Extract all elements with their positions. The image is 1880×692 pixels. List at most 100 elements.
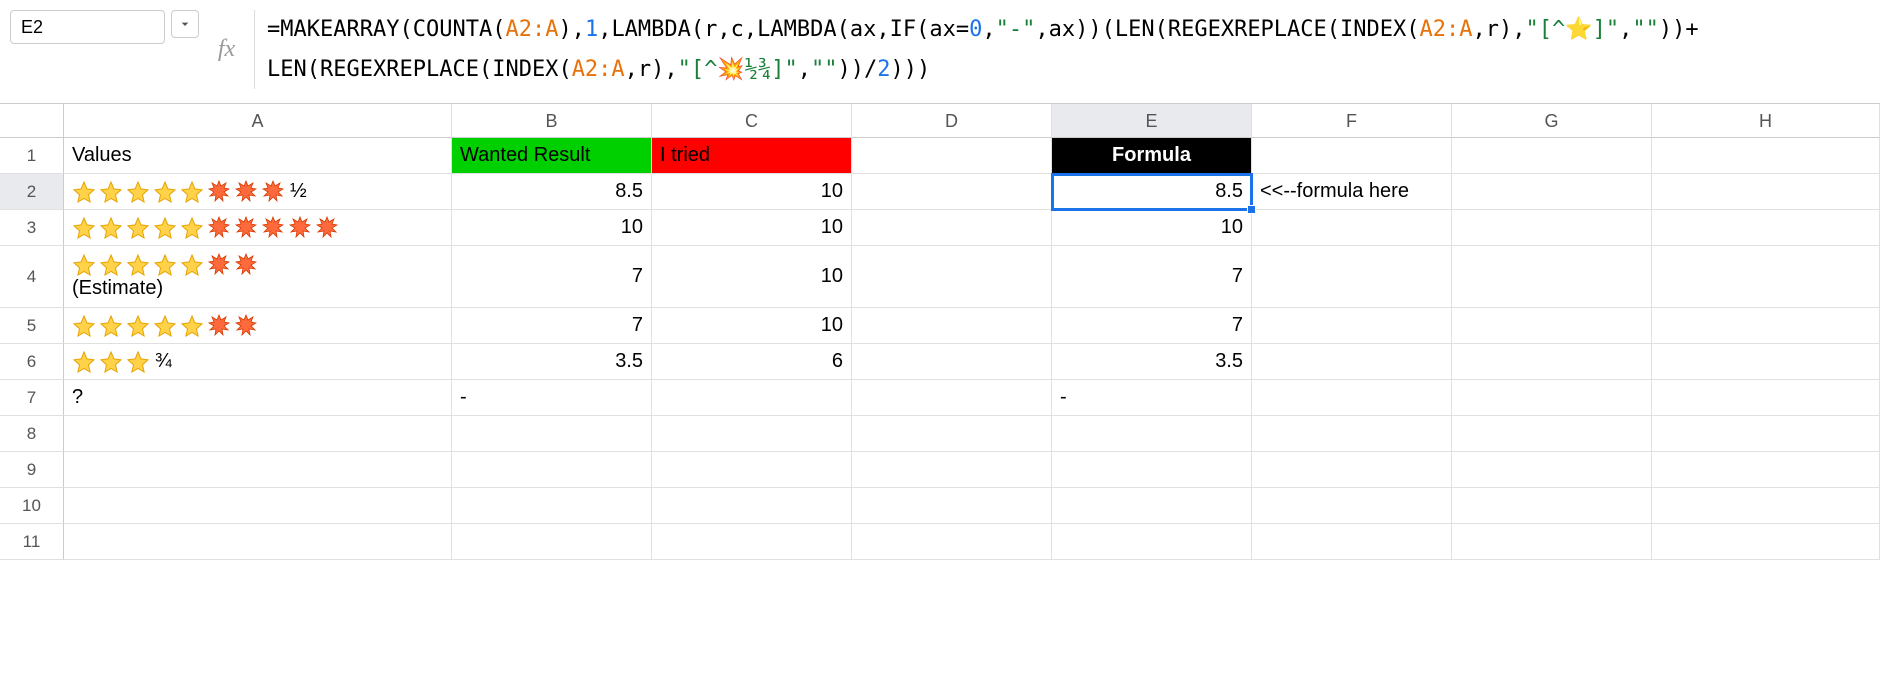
- cell-G4[interactable]: [1452, 246, 1652, 308]
- cell-C7[interactable]: [652, 380, 852, 416]
- cell-B9[interactable]: [452, 452, 652, 488]
- header-wanted[interactable]: Wanted Result: [452, 138, 652, 174]
- cell-H6[interactable]: [1652, 344, 1880, 380]
- cell-G2[interactable]: [1452, 174, 1652, 210]
- cell-A2[interactable]: ½: [64, 174, 452, 210]
- header-tried[interactable]: I tried: [652, 138, 852, 174]
- cell-D1[interactable]: [852, 138, 1052, 174]
- cell-E9[interactable]: [1052, 452, 1252, 488]
- row-header-10[interactable]: 10: [0, 488, 64, 524]
- row-header-2[interactable]: 2: [0, 174, 64, 210]
- cell-C11[interactable]: [652, 524, 852, 560]
- header-values[interactable]: Values: [64, 138, 452, 174]
- cell-D11[interactable]: [852, 524, 1052, 560]
- cell-E5[interactable]: 7: [1052, 308, 1252, 344]
- cell-G5[interactable]: [1452, 308, 1652, 344]
- cell-A8[interactable]: [64, 416, 452, 452]
- column-header-H[interactable]: H: [1652, 104, 1880, 138]
- cell-C2[interactable]: 10: [652, 174, 852, 210]
- cell-G9[interactable]: [1452, 452, 1652, 488]
- cell-E11[interactable]: [1052, 524, 1252, 560]
- cell-H3[interactable]: [1652, 210, 1880, 246]
- cell-E3[interactable]: 10: [1052, 210, 1252, 246]
- cell-F4[interactable]: [1252, 246, 1452, 308]
- cell-H1[interactable]: [1652, 138, 1880, 174]
- row-header-1[interactable]: 1: [0, 138, 64, 174]
- name-box[interactable]: E2: [10, 10, 165, 44]
- cell-A10[interactable]: [64, 488, 452, 524]
- cell-B8[interactable]: [452, 416, 652, 452]
- cell-F3[interactable]: [1252, 210, 1452, 246]
- row-header-5[interactable]: 5: [0, 308, 64, 344]
- row-header-3[interactable]: 3: [0, 210, 64, 246]
- name-box-dropdown[interactable]: [171, 10, 199, 38]
- cell-B5[interactable]: 7: [452, 308, 652, 344]
- cell-D4[interactable]: [852, 246, 1052, 308]
- cell-E2[interactable]: 8.5: [1052, 174, 1252, 210]
- cell-C9[interactable]: [652, 452, 852, 488]
- row-header-9[interactable]: 9: [0, 452, 64, 488]
- cell-F1[interactable]: [1252, 138, 1452, 174]
- cell-D5[interactable]: [852, 308, 1052, 344]
- cell-A7[interactable]: ?: [64, 380, 452, 416]
- cell-G6[interactable]: [1452, 344, 1652, 380]
- cell-D7[interactable]: [852, 380, 1052, 416]
- cell-F8[interactable]: [1252, 416, 1452, 452]
- cell-G11[interactable]: [1452, 524, 1652, 560]
- cell-H9[interactable]: [1652, 452, 1880, 488]
- cell-H8[interactable]: [1652, 416, 1880, 452]
- cell-A3[interactable]: [64, 210, 452, 246]
- cell-G8[interactable]: [1452, 416, 1652, 452]
- fill-handle[interactable]: [1247, 205, 1256, 214]
- cell-H10[interactable]: [1652, 488, 1880, 524]
- cell-D10[interactable]: [852, 488, 1052, 524]
- cell-A4[interactable]: (Estimate): [64, 246, 452, 308]
- column-header-D[interactable]: D: [852, 104, 1052, 138]
- cell-A9[interactable]: [64, 452, 452, 488]
- row-header-11[interactable]: 11: [0, 524, 64, 560]
- cell-B4[interactable]: 7: [452, 246, 652, 308]
- cell-H4[interactable]: [1652, 246, 1880, 308]
- cell-B7[interactable]: -: [452, 380, 652, 416]
- cell-C5[interactable]: 10: [652, 308, 852, 344]
- select-all-corner[interactable]: [0, 104, 64, 138]
- column-header-E[interactable]: E: [1052, 104, 1252, 138]
- cell-E4[interactable]: 7: [1052, 246, 1252, 308]
- cell-C8[interactable]: [652, 416, 852, 452]
- cell-A11[interactable]: [64, 524, 452, 560]
- cell-B6[interactable]: 3.5: [452, 344, 652, 380]
- cell-F2[interactable]: <<--formula here: [1252, 174, 1452, 210]
- column-header-B[interactable]: B: [452, 104, 652, 138]
- cell-D2[interactable]: [852, 174, 1052, 210]
- cell-F5[interactable]: [1252, 308, 1452, 344]
- row-header-8[interactable]: 8: [0, 416, 64, 452]
- cell-B10[interactable]: [452, 488, 652, 524]
- cell-H7[interactable]: [1652, 380, 1880, 416]
- row-header-4[interactable]: 4: [0, 246, 64, 308]
- cell-G1[interactable]: [1452, 138, 1652, 174]
- cell-H11[interactable]: [1652, 524, 1880, 560]
- column-header-A[interactable]: A: [64, 104, 452, 138]
- cell-A5[interactable]: [64, 308, 452, 344]
- cell-D9[interactable]: [852, 452, 1052, 488]
- column-header-F[interactable]: F: [1252, 104, 1452, 138]
- cell-A6[interactable]: ¾: [64, 344, 452, 380]
- cell-F7[interactable]: [1252, 380, 1452, 416]
- cell-E10[interactable]: [1052, 488, 1252, 524]
- cell-C10[interactable]: [652, 488, 852, 524]
- column-header-G[interactable]: G: [1452, 104, 1652, 138]
- cell-B2[interactable]: 8.5: [452, 174, 652, 210]
- header-formula[interactable]: Formula: [1052, 138, 1252, 174]
- formula-input[interactable]: =MAKEARRAY(COUNTA(A2:A),1,LAMBDA(r,c,LAM…: [267, 10, 1880, 89]
- row-header-6[interactable]: 6: [0, 344, 64, 380]
- cell-B3[interactable]: 10: [452, 210, 652, 246]
- cell-H2[interactable]: [1652, 174, 1880, 210]
- cell-E7[interactable]: -: [1052, 380, 1252, 416]
- cell-F10[interactable]: [1252, 488, 1452, 524]
- cell-E8[interactable]: [1052, 416, 1252, 452]
- cell-H5[interactable]: [1652, 308, 1880, 344]
- cell-C4[interactable]: 10: [652, 246, 852, 308]
- cell-B11[interactable]: [452, 524, 652, 560]
- row-header-7[interactable]: 7: [0, 380, 64, 416]
- cell-D8[interactable]: [852, 416, 1052, 452]
